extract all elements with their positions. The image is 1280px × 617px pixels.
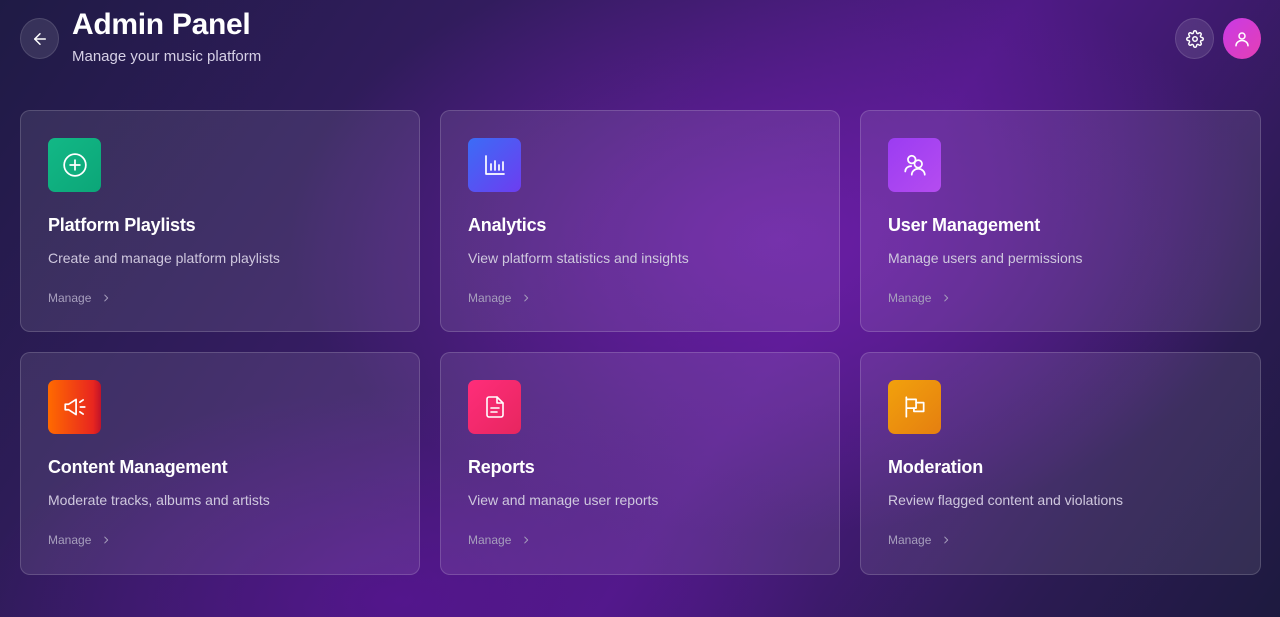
- chevron-right-icon: [521, 535, 531, 545]
- card-icon-tile: [888, 380, 941, 434]
- card-icon-tile: [468, 380, 521, 434]
- card-title: Platform Playlists: [48, 215, 196, 235]
- card-description: Moderate tracks, albums and artists: [48, 492, 270, 508]
- manage-link[interactable]: Manage: [48, 291, 111, 305]
- back-button[interactable]: [20, 18, 59, 59]
- manage-link[interactable]: Manage: [468, 533, 531, 547]
- page-title: Admin Panel: [72, 8, 251, 41]
- chevron-right-icon: [941, 293, 951, 303]
- card-description: Review flagged content and violations: [888, 492, 1124, 508]
- card-user-management[interactable]: User Management Manage users and permiss…: [860, 110, 1261, 332]
- manage-label: Manage: [48, 533, 92, 547]
- arrow-left-icon: [31, 30, 49, 48]
- gear-icon: [1185, 29, 1204, 48]
- document-icon: [483, 395, 507, 419]
- users-icon: [902, 152, 928, 178]
- page-header: Admin Panel Manage your music platform: [0, 0, 1280, 90]
- page-subtitle: Manage your music platform: [72, 48, 262, 65]
- chevron-right-icon: [941, 535, 951, 545]
- card-analytics[interactable]: Analytics View platform statistics and i…: [440, 110, 840, 332]
- card-description: Manage users and permissions: [888, 250, 1083, 266]
- bar-chart-icon: [483, 153, 507, 177]
- megaphone-icon: [62, 394, 88, 420]
- card-title: Content Management: [48, 457, 228, 477]
- card-moderation[interactable]: Moderation Review flagged content and vi…: [860, 352, 1261, 575]
- card-icon-tile: [48, 380, 101, 434]
- card-platform-playlists[interactable]: Platform Playlists Create and manage pla…: [20, 110, 420, 332]
- flag-icon: [902, 394, 928, 420]
- manage-label: Manage: [888, 533, 932, 547]
- manage-label: Manage: [888, 291, 932, 305]
- manage-label: Manage: [48, 291, 92, 305]
- manage-link[interactable]: Manage: [48, 533, 111, 547]
- plus-circle-icon: [62, 152, 88, 178]
- card-icon-tile: [468, 138, 521, 192]
- card-title: Moderation: [888, 457, 983, 477]
- card-description: Create and manage platform playlists: [48, 250, 280, 266]
- manage-label: Manage: [468, 291, 512, 305]
- manage-link[interactable]: Manage: [468, 291, 531, 305]
- card-title: Analytics: [468, 215, 547, 235]
- card-description: View and manage user reports: [468, 492, 659, 508]
- card-content-management[interactable]: Content Management Moderate tracks, albu…: [20, 352, 420, 575]
- card-title: User Management: [888, 215, 1041, 235]
- card-description: View platform statistics and insights: [468, 250, 689, 266]
- settings-button[interactable]: [1175, 18, 1214, 59]
- manage-label: Manage: [468, 533, 512, 547]
- card-icon-tile: [48, 138, 101, 192]
- manage-link[interactable]: Manage: [888, 533, 951, 547]
- profile-button[interactable]: [1223, 18, 1261, 59]
- user-icon: [1233, 30, 1251, 48]
- admin-cards-grid: Platform Playlists Create and manage pla…: [20, 110, 1261, 575]
- card-icon-tile: [888, 138, 941, 192]
- card-title: Reports: [468, 457, 535, 477]
- chevron-right-icon: [521, 293, 531, 303]
- chevron-right-icon: [101, 293, 111, 303]
- chevron-right-icon: [101, 535, 111, 545]
- manage-link[interactable]: Manage: [888, 291, 951, 305]
- card-reports[interactable]: Reports View and manage user reports Man…: [440, 352, 840, 575]
